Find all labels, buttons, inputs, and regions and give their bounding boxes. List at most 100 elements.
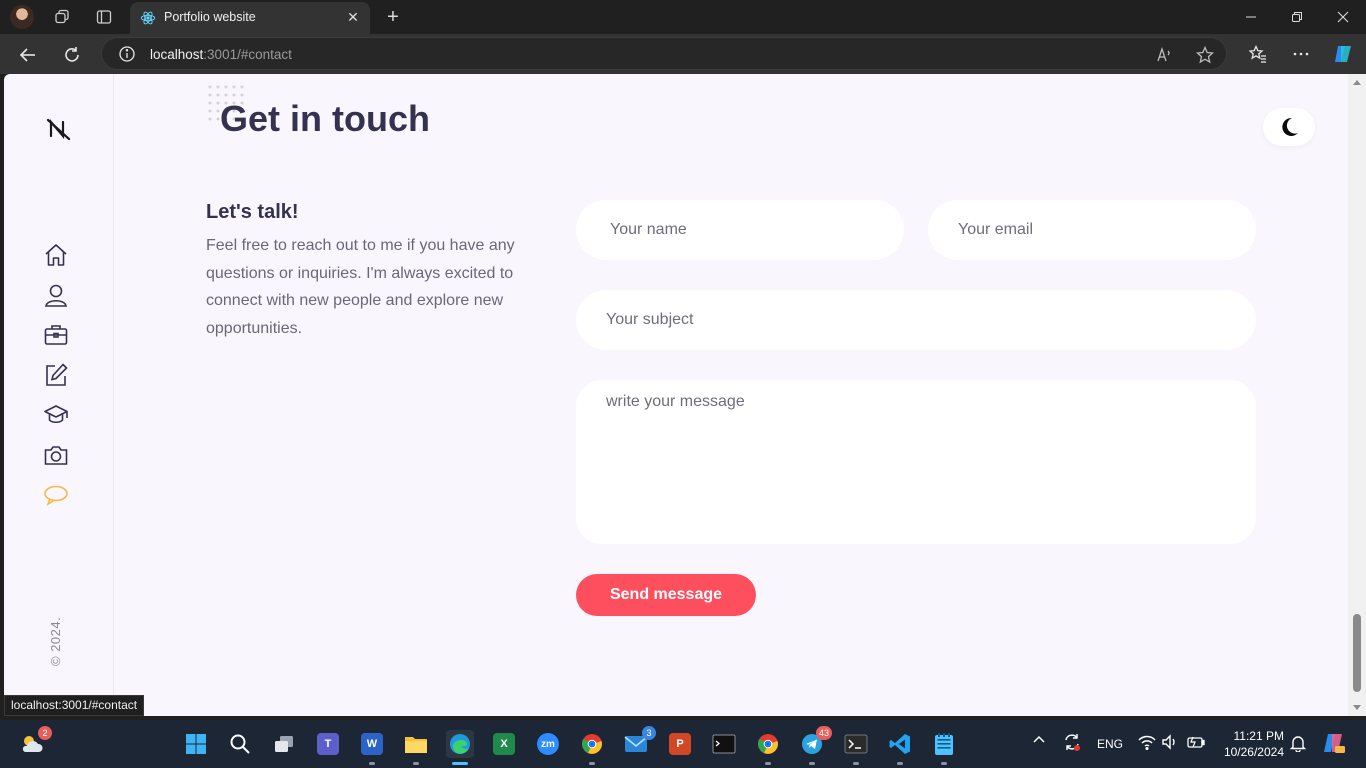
site-logo[interactable] xyxy=(46,116,72,142)
chrome-icon xyxy=(582,734,603,754)
message-field[interactable] xyxy=(576,380,1256,544)
active-tab[interactable]: Portfolio website ✕ xyxy=(130,2,370,34)
profile-avatar[interactable] xyxy=(10,5,34,29)
vscode-icon xyxy=(889,734,910,754)
system-clock[interactable]: 11:21 PM 10/26/2024 xyxy=(1218,728,1284,760)
new-tab-button[interactable]: + xyxy=(382,6,404,28)
restore-icon[interactable] xyxy=(1286,6,1308,28)
site-info-icon[interactable] xyxy=(118,45,136,63)
command-prompt-icon xyxy=(712,734,736,754)
react-icon xyxy=(140,11,156,25)
favorite-star-icon[interactable] xyxy=(1196,46,1214,64)
clock-time: 11:21 PM xyxy=(1233,729,1284,743)
close-window-icon[interactable] xyxy=(1332,6,1354,28)
workspaces-icon[interactable] xyxy=(52,7,72,27)
volume-icon[interactable] xyxy=(1161,734,1179,750)
powerpoint-app[interactable]: P xyxy=(666,730,694,758)
scroll-up-arrow-icon[interactable] xyxy=(1353,80,1361,85)
windows-taskbar: 2 T W X zm 3 P 43 ENG 11:21 PM 10/26/202… xyxy=(0,720,1366,768)
chrome-app[interactable] xyxy=(578,730,606,765)
page-scrollbar[interactable] xyxy=(1348,74,1366,716)
mail-app[interactable]: 3 xyxy=(622,726,656,758)
email-field[interactable] xyxy=(928,200,1256,260)
back-icon[interactable] xyxy=(15,42,41,68)
terminal-icon xyxy=(844,734,868,754)
battery-icon[interactable] xyxy=(1186,734,1206,750)
vscode-app[interactable] xyxy=(886,730,914,765)
copilot-icon[interactable] xyxy=(1332,43,1354,65)
running-indicator xyxy=(941,762,947,765)
running-indicator xyxy=(589,762,595,765)
windows-terminal-app[interactable] xyxy=(842,730,870,765)
wifi-icon[interactable] xyxy=(1138,734,1156,750)
task-view-button[interactable] xyxy=(270,730,298,758)
tab-bar: Portfolio website ✕ + xyxy=(0,0,1366,34)
copilot-taskbar-icon[interactable] xyxy=(1322,732,1346,754)
url-text[interactable]: localhost:3001/#contact xyxy=(150,47,292,62)
chrome-profile-app[interactable] xyxy=(754,730,782,765)
task-view-icon xyxy=(275,736,293,752)
sync-icon[interactable] xyxy=(1062,732,1082,752)
folder-icon xyxy=(405,737,427,753)
search-icon xyxy=(230,734,250,754)
language-indicator[interactable]: ENG xyxy=(1097,737,1123,751)
chrome-profile-icon xyxy=(758,734,779,754)
favorites-icon[interactable] xyxy=(1247,43,1269,65)
more-menu-icon[interactable] xyxy=(1290,43,1312,65)
tab-title: Portfolio website xyxy=(164,10,256,24)
edit-icon[interactable] xyxy=(43,362,69,388)
running-indicator xyxy=(765,762,771,765)
teams-app[interactable]: T xyxy=(314,730,342,758)
notepad-app[interactable] xyxy=(930,730,958,765)
subject-field[interactable] xyxy=(576,290,1256,350)
chat-icon[interactable] xyxy=(43,482,69,508)
show-hidden-icons-icon[interactable] xyxy=(1032,734,1046,744)
active-indicator xyxy=(452,762,468,765)
running-indicator xyxy=(413,762,419,765)
excel-icon: X xyxy=(493,733,515,755)
theme-toggle-button[interactable] xyxy=(1263,108,1315,146)
page-title: Get in touch xyxy=(220,98,430,139)
word-app[interactable]: W xyxy=(358,730,386,765)
clock-date: 10/26/2024 xyxy=(1223,745,1284,759)
contact-subtitle: Let's talk! xyxy=(206,201,299,223)
read-aloud-icon[interactable] xyxy=(1156,46,1174,64)
running-indicator xyxy=(853,762,859,765)
home-icon[interactable] xyxy=(43,242,69,268)
terminal-app[interactable] xyxy=(710,730,738,758)
zoom-app[interactable]: zm xyxy=(534,730,562,758)
copyright-text: © 2024. xyxy=(48,616,63,666)
contact-description: Feel free to reach out to me if you have… xyxy=(206,237,515,337)
telegram-app[interactable]: 43 xyxy=(798,726,832,765)
name-field[interactable] xyxy=(576,200,904,260)
tab-close-icon[interactable]: ✕ xyxy=(344,8,362,26)
page-viewport: © 2024. Get in touch Let's talk! Feel fr… xyxy=(4,74,1348,716)
edge-icon xyxy=(450,734,470,754)
excel-app[interactable]: X xyxy=(490,730,518,758)
file-explorer-app[interactable] xyxy=(402,730,430,765)
link-status-bubble: localhost:3001/#contact xyxy=(4,695,145,716)
minimize-icon[interactable] xyxy=(1240,6,1262,28)
windows-logo-icon xyxy=(186,734,206,754)
scroll-down-arrow-icon[interactable] xyxy=(1353,705,1361,710)
start-button[interactable] xyxy=(182,730,210,758)
weather-badge: 2 xyxy=(38,726,52,740)
scroll-thumb[interactable] xyxy=(1353,614,1361,692)
user-icon[interactable] xyxy=(43,282,69,308)
weather-widget[interactable]: 2 xyxy=(18,726,52,758)
search-button[interactable] xyxy=(226,730,254,758)
tab-actions-icon[interactable] xyxy=(94,7,114,27)
briefcase-icon[interactable] xyxy=(43,322,69,348)
browser-toolbar: localhost:3001/#contact xyxy=(0,34,1366,74)
teams-icon: T xyxy=(317,733,339,755)
moon-icon xyxy=(1282,117,1298,136)
refresh-icon[interactable] xyxy=(59,42,85,68)
word-icon: W xyxy=(361,733,383,755)
address-bar[interactable]: localhost:3001/#contact xyxy=(101,37,1227,70)
notification-bell-icon[interactable] xyxy=(1290,734,1306,752)
send-message-button[interactable]: Send message xyxy=(576,574,756,616)
zoom-icon: zm xyxy=(537,733,559,755)
camera-icon[interactable] xyxy=(43,442,69,468)
graduation-cap-icon[interactable] xyxy=(43,402,69,428)
edge-app[interactable] xyxy=(446,730,474,765)
